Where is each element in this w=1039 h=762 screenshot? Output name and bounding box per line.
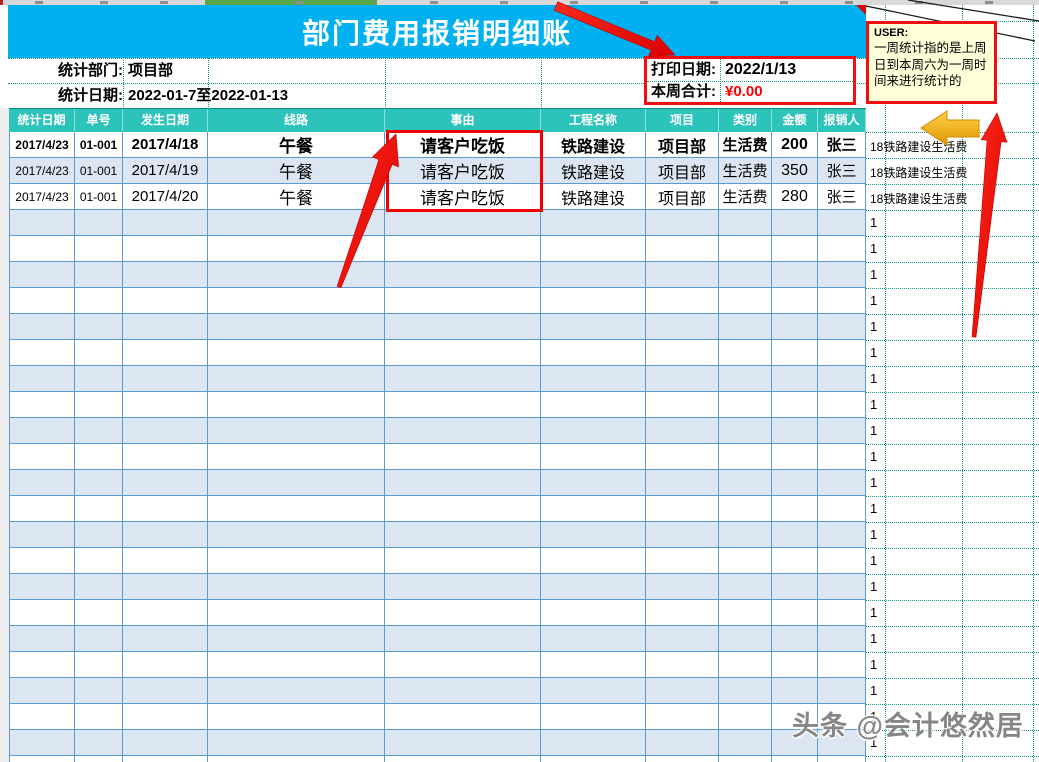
red-arrow-right-icon[interactable] <box>972 113 1007 337</box>
spreadsheet: 部门费用报销明细账 统计部门: 项目部 统计日期: 2022-01-7至2022… <box>0 0 1039 762</box>
yellow-left-arrow-icon[interactable] <box>921 111 979 145</box>
red-arrow-to-reason-icon[interactable] <box>337 134 399 288</box>
red-arrow-to-print-date-icon[interactable] <box>554 2 675 57</box>
watermark: 头条 @会计悠然居 <box>792 704 1024 743</box>
annotation-arrows <box>0 0 1039 762</box>
